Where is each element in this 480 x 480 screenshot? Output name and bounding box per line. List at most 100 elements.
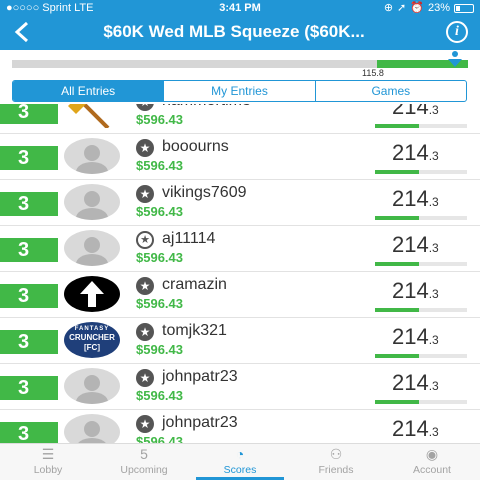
title-row: $60K Wed MLB Squeeze ($60K... i: [0, 16, 480, 48]
entry-prize: $596.43: [136, 388, 183, 403]
entry-score: 214.3: [392, 416, 468, 442]
star-icon[interactable]: ★: [136, 139, 154, 157]
score-progress-fill: [375, 308, 419, 312]
standings-row[interactable]: 3 ★ cramazin $596.43 214.3: [0, 272, 480, 318]
score-fraction: .3: [428, 149, 439, 163]
score-fraction: .3: [428, 425, 439, 439]
tab-label: Account: [413, 464, 451, 476]
score-fraction: .3: [428, 104, 439, 117]
contest-progress: 115.8: [0, 50, 480, 80]
score-progress-fill: [375, 124, 419, 128]
entry-username: vikings7609: [162, 184, 247, 201]
battery-percent: 23%: [427, 2, 450, 14]
back-button[interactable]: [8, 18, 36, 46]
entry-prize: $596.43: [136, 112, 183, 127]
score-fraction: .3: [428, 287, 439, 301]
default-avatar-icon: [64, 414, 120, 443]
segment-tab-games[interactable]: Games: [316, 81, 466, 101]
star-icon[interactable]: ★: [136, 231, 154, 249]
star-icon[interactable]: ★: [136, 104, 154, 111]
entry-prize: $596.43: [136, 204, 183, 219]
entry-username: aj11114: [162, 230, 216, 247]
standings-row[interactable]: 3 ★ booourns $596.43 214.3: [0, 134, 480, 180]
tab-lobby[interactable]: ☰ Lobby: [0, 444, 96, 480]
page-title: $60K Wed MLB Squeeze ($60K...: [103, 22, 365, 41]
friends-icon: ⚇: [329, 446, 343, 462]
entry-username: johnpatr23: [162, 414, 238, 431]
star-icon[interactable]: ★: [136, 415, 154, 433]
standings-row[interactable]: 3 ★ johnpatr23 $596.43 214.3: [0, 410, 480, 443]
entry-prize: $596.43: [136, 250, 183, 265]
score-fraction: .3: [428, 195, 439, 209]
rank-badge: 3: [0, 192, 58, 216]
star-icon[interactable]: ★: [136, 323, 154, 341]
standings-row[interactable]: 3 ★ johnpatr23 $596.43 214.3: [0, 364, 480, 410]
score-whole: 214: [392, 370, 429, 395]
fantasy-cruncher-logo: FANTASY CRUNCHER [FC]: [64, 322, 120, 358]
entry-score: 214.3: [392, 186, 468, 212]
standings-row[interactable]: 3 ★ hammertim3 $596.43 214.3: [0, 104, 480, 134]
standings-row[interactable]: 3 ★ vikings7609 $596.43 214.3: [0, 180, 480, 226]
default-avatar-icon: [64, 230, 120, 266]
default-avatar-icon: [64, 138, 120, 174]
info-button[interactable]: i: [446, 21, 468, 43]
tab-label: Lobby: [33, 464, 63, 476]
star-icon[interactable]: ★: [136, 277, 154, 295]
rank-badge: 3: [0, 104, 58, 124]
score-whole: 214: [392, 104, 429, 119]
status-bar: ●○○○○ Sprint LTE 3:41 PM ⊕ ➚ ⏰ 23%: [0, 0, 480, 16]
score-whole: 214: [392, 278, 429, 303]
app-screen: ●○○○○ Sprint LTE 3:41 PM ⊕ ➚ ⏰ 23% $60K …: [0, 0, 480, 480]
lock-rotation-icon: ⊕: [383, 2, 394, 14]
list-icon: ☰: [41, 446, 55, 462]
star-icon[interactable]: ★: [136, 369, 154, 387]
score-progress-fill: [375, 170, 419, 174]
rank-badge: 3: [0, 238, 58, 262]
entries-segment-control: All Entries My Entries Games: [12, 80, 467, 102]
alarm-icon: ⏰: [410, 2, 424, 14]
tab-label: Friends: [318, 464, 354, 476]
battery-icon: [454, 3, 474, 13]
entry-score: 214.3: [392, 140, 468, 166]
entry-score: 214.3: [392, 104, 468, 120]
default-avatar-icon: [64, 368, 120, 404]
entry-prize: $596.43: [136, 158, 183, 173]
location-icon: ➚: [397, 2, 407, 14]
entry-score: 214.3: [392, 278, 468, 304]
progress-value: 115.8: [362, 68, 384, 78]
tab-label: Upcoming: [120, 464, 168, 476]
entry-score: 214.3: [392, 324, 468, 350]
rank-badge: 3: [0, 330, 58, 354]
tab-friends[interactable]: ⚇ Friends: [288, 444, 384, 480]
entry-username: hammertim3: [162, 104, 251, 110]
account-icon: ◉: [425, 446, 439, 462]
score-fraction: .3: [428, 333, 439, 347]
score-progress-fill: [375, 400, 419, 404]
score-whole: 214: [392, 416, 429, 441]
entry-score: 214.3: [392, 232, 468, 258]
standings-list-inner: 3★hammertim3$596.43214.33★booourns$596.4…: [0, 104, 480, 443]
rank-badge: 3: [0, 422, 58, 443]
rank-badge: 3: [0, 376, 58, 400]
score-progress-fill: [375, 262, 419, 266]
user-marker-icon: [448, 51, 462, 67]
tab-scores[interactable]: ◔ Scores: [192, 444, 288, 480]
entry-prize: $596.43: [136, 342, 183, 357]
score-whole: 214: [392, 140, 429, 165]
tab-upcoming[interactable]: 5 Upcoming: [96, 444, 192, 480]
entry-username: johnpatr23: [162, 368, 238, 385]
rank-badge: 3: [0, 146, 58, 170]
tab-account[interactable]: ◉ Account: [384, 444, 480, 480]
hammer-avatar-icon: [64, 104, 120, 128]
entry-username: tomjk321: [162, 322, 227, 339]
segment-tab-my-entries[interactable]: My Entries: [164, 81, 316, 101]
score-progress-fill: [375, 354, 419, 358]
star-icon[interactable]: ★: [136, 185, 154, 203]
bottom-tab-bar: ☰ Lobby 5 Upcoming ◔ Scores ⚇ Friends ◉ Account: [0, 443, 480, 480]
score-progress-fill: [375, 216, 419, 220]
segment-tab-all-entries[interactable]: All Entries: [13, 81, 165, 101]
scores-icon: ◔: [235, 446, 245, 462]
standings-row[interactable]: 3 ★ aj11114 $596.43 214.3: [0, 226, 480, 272]
score-fraction: .3: [428, 379, 439, 393]
standings-row[interactable]: 3 FANTASY CRUNCHER [FC] ★ tomjk321 $596.43 214.…: [0, 318, 480, 364]
